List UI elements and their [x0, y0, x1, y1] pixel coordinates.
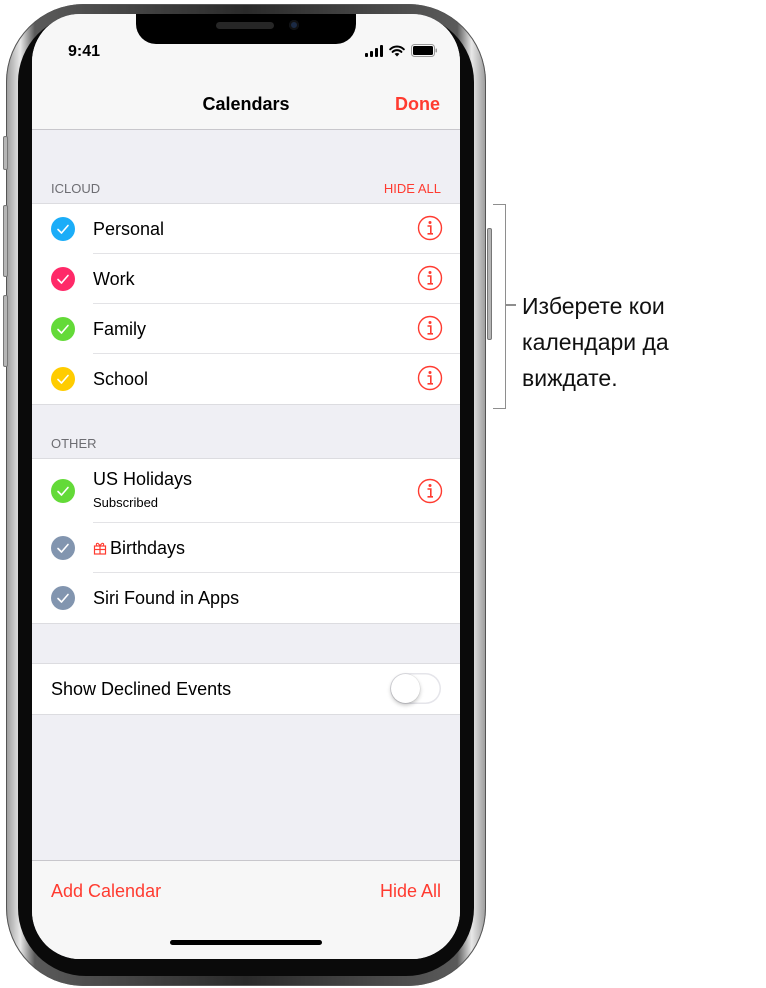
home-indicator[interactable]	[170, 940, 322, 945]
info-icon[interactable]	[417, 315, 443, 341]
calendar-row[interactable]: School	[32, 354, 460, 404]
calendar-row[interactable]: Siri Found in Apps	[32, 573, 460, 623]
calendar-row[interactable]: Personal	[32, 204, 460, 254]
calendar-name: Siri Found in Apps	[93, 588, 239, 609]
checkmark-icon	[57, 224, 69, 234]
show-declined-row: Show Declined Events	[32, 664, 460, 714]
calendar-name: Family	[93, 319, 146, 340]
screen: 9:41 Calendars Done ICLOUD HIDE ALL Pers…	[32, 14, 460, 959]
calendar-checkbox[interactable]	[51, 267, 75, 291]
calendar-row[interactable]: US Holidays Subscribed	[32, 459, 460, 523]
calendar-name-text: US Holidays	[93, 469, 193, 489]
icloud-calendar-list: Personal Work Family School	[32, 203, 460, 405]
wifi-icon	[389, 45, 405, 56]
calendar-name-text: Siri Found in Apps	[93, 588, 240, 608]
calendar-checkbox[interactable]	[51, 536, 75, 560]
calendar-checkbox[interactable]	[51, 317, 75, 341]
calendar-name: Work	[93, 269, 135, 290]
silent-switch	[3, 136, 8, 170]
calendar-checkbox[interactable]	[51, 217, 75, 241]
status-time: 9:41	[68, 43, 101, 60]
callout-text: Изберете кои календари да виждате.	[522, 293, 669, 391]
calendar-name-text: Birthdays	[110, 538, 186, 558]
calendar-name: Birthdays	[93, 538, 185, 560]
section-title: OTHER	[51, 436, 97, 451]
info-icon[interactable]	[417, 478, 443, 504]
volume-up-button	[3, 205, 8, 277]
info-icon[interactable]	[417, 265, 443, 291]
toggle-knob	[391, 674, 420, 703]
section-header-icloud: ICLOUD HIDE ALL	[32, 181, 460, 201]
checkmark-icon	[57, 593, 69, 603]
calendar-sublabel: Subscribed	[93, 495, 159, 510]
calendar-name-text: Personal	[93, 219, 165, 239]
calendar-name-text: Work	[93, 269, 135, 289]
info-icon[interactable]	[417, 365, 443, 391]
checkmark-icon	[57, 324, 69, 334]
checkmark-icon	[57, 543, 69, 553]
calendar-name: Personal	[93, 219, 164, 240]
calendar-checkbox[interactable]	[51, 367, 75, 391]
other-calendar-list: US Holidays Subscribed Birthdays Siri Found…	[32, 458, 460, 624]
gift-icon	[93, 539, 107, 560]
show-declined-label: Show Declined Events	[51, 679, 232, 699]
calendar-name-text: School	[93, 369, 149, 389]
calendar-name: School	[93, 369, 148, 390]
volume-down-button	[3, 295, 8, 367]
calendar-checkbox[interactable]	[51, 479, 75, 503]
calendar-row[interactable]: Birthdays	[32, 523, 460, 573]
checkmark-icon	[57, 486, 69, 496]
hide-all-button[interactable]: Hide All	[380, 881, 441, 902]
front-camera	[289, 20, 299, 30]
calendar-row[interactable]: Work	[32, 254, 460, 304]
callout-bracket	[493, 204, 506, 409]
power-button	[487, 228, 492, 340]
checkmark-icon	[57, 274, 69, 284]
calendar-name: US Holidays	[93, 469, 192, 490]
calendar-checkbox[interactable]	[51, 586, 75, 610]
add-calendar-button[interactable]: Add Calendar	[51, 881, 161, 902]
settings-group: Show Declined Events	[32, 663, 460, 715]
notch	[136, 14, 356, 44]
section-header-other: OTHER	[32, 436, 460, 456]
status-icons	[365, 44, 438, 57]
show-declined-toggle[interactable]	[390, 673, 441, 704]
checkmark-icon	[57, 374, 69, 384]
battery-icon	[411, 44, 437, 57]
info-icon[interactable]	[417, 215, 443, 241]
section-title: ICLOUD	[51, 181, 101, 196]
done-button[interactable]: Done	[395, 94, 440, 115]
callout-leader	[506, 304, 516, 306]
cellular-signal-icon	[365, 44, 383, 57]
calendar-row[interactable]: Family	[32, 304, 460, 354]
hide-all-icloud-button[interactable]: HIDE ALL	[384, 181, 441, 196]
speaker-grille	[216, 22, 274, 29]
calendar-name-text: Family	[93, 319, 146, 339]
